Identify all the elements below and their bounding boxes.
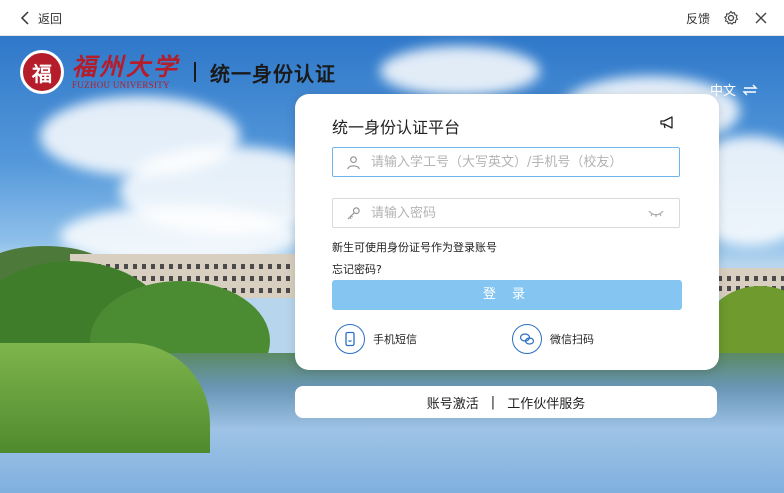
- phone-icon: [335, 324, 365, 354]
- password-field[interactable]: [332, 198, 680, 228]
- username-input[interactable]: [369, 153, 679, 171]
- wechat-icon: [512, 324, 542, 354]
- key-icon: [345, 205, 361, 221]
- close-icon: [755, 12, 767, 24]
- sms-label: 手机短信: [373, 333, 417, 346]
- forgot-password-link[interactable]: 忘记密码?: [332, 261, 382, 277]
- wechat-login-option[interactable]: 微信扫码: [512, 324, 594, 354]
- eye-closed-icon[interactable]: [647, 206, 665, 220]
- title-bar: 返回 反馈: [0, 0, 784, 36]
- footer-separator: |: [490, 394, 496, 410]
- login-button[interactable]: 登 录: [332, 280, 682, 310]
- back-button[interactable]: 返回: [20, 8, 62, 28]
- language-label: 中文: [709, 84, 736, 99]
- title-bar-actions: 反馈: [686, 8, 770, 28]
- gear-icon: [723, 10, 739, 25]
- sms-login-option[interactable]: 手机短信: [335, 324, 417, 354]
- language-switch[interactable]: 中文: [710, 80, 758, 99]
- new-student-hint: 新生可使用身份证号作为登录账号: [332, 241, 497, 254]
- login-title: 统一身份认证平台: [332, 118, 461, 137]
- university-logo: 福 福州大学 FUZHOU UNIVERSITY 统一身份认证: [20, 50, 336, 94]
- logo-divider: [194, 62, 196, 82]
- password-input[interactable]: [369, 204, 647, 222]
- footer-links: 账号激活 | 工作伙伴服务: [295, 386, 717, 418]
- user-icon: [345, 154, 361, 170]
- chevron-left-icon: [20, 11, 29, 25]
- back-label: 返回: [38, 11, 63, 26]
- megaphone-icon[interactable]: [659, 114, 677, 132]
- system-title: 统一身份认证: [210, 61, 336, 86]
- swap-icon: [742, 84, 758, 95]
- username-field[interactable]: [332, 147, 680, 177]
- university-seal-icon: 福: [20, 50, 64, 94]
- settings-button[interactable]: [722, 9, 740, 27]
- close-button[interactable]: [752, 9, 770, 27]
- account-activation-link[interactable]: 账号激活: [427, 393, 479, 412]
- university-name-en: FUZHOU UNIVERSITY: [72, 79, 170, 90]
- login-card: 统一身份认证平台 新生可使用身份证号作为登录账号 忘记密码? 登 录 手机短信: [295, 94, 719, 370]
- partner-service-link[interactable]: 工作伙伴服务: [507, 393, 585, 412]
- university-name-cn: 福州大学: [72, 51, 180, 81]
- wechat-label: 微信扫码: [550, 333, 594, 346]
- login-window: 返回 反馈 福 福州大学 FUZHOU UNIVERSITY 统一身份认证 中文…: [0, 0, 784, 493]
- feedback-button[interactable]: 反馈: [686, 10, 710, 27]
